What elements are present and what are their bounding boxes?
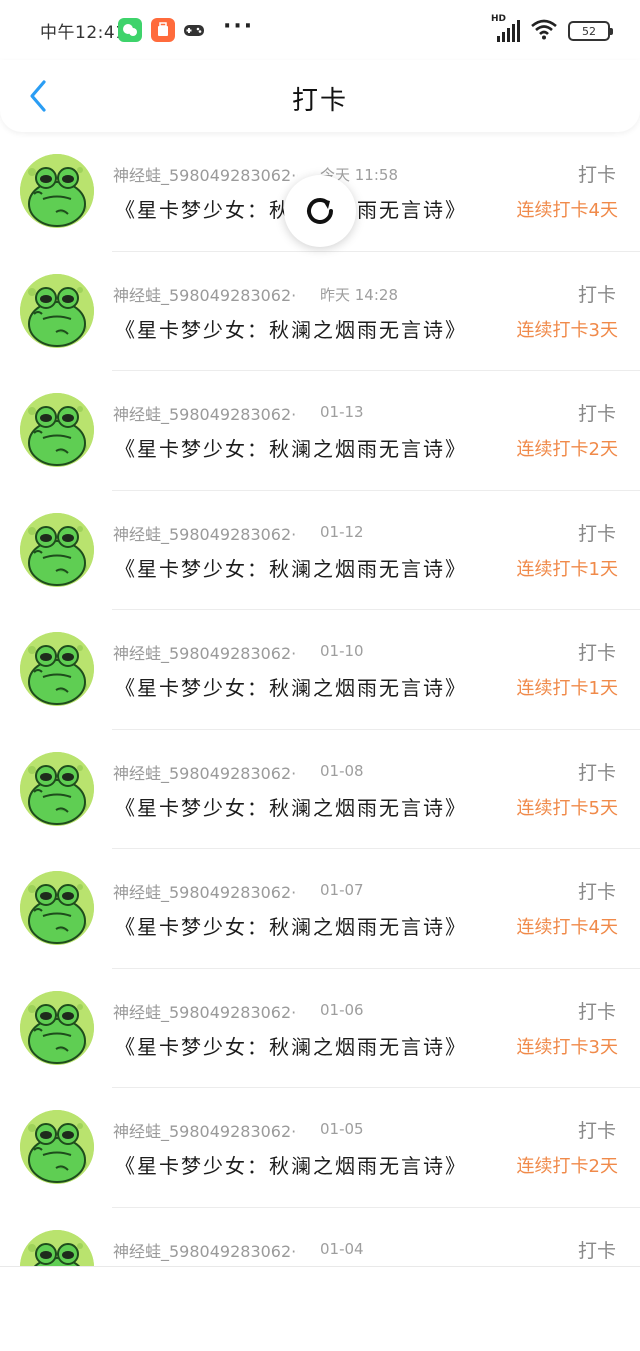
battery-icon: 52 [568,21,613,41]
frog-avatar[interactable] [20,154,94,228]
checkin-time: 01-12 [320,522,364,541]
checkin-time: 01-05 [320,1120,364,1138]
checkin-time: 01-08 [320,761,364,780]
checkin-row[interactable]: 神经蛙_598049283062··· 01-05 打卡《星卡梦少女：秋澜之烟雨无言… [0,1088,640,1208]
checkin-action-label: 打卡 [577,1239,616,1262]
frog-avatar[interactable] [20,990,94,1065]
book-title: 《星卡梦少女：秋澜之烟雨无言诗》 [115,437,467,461]
checkin-time: 01-10 [320,642,364,660]
frog-avatar[interactable] [20,393,94,467]
book-title: 《星卡梦少女：秋澜之烟雨无言诗》 [115,795,467,820]
status-time: 中午12:41 [40,23,127,43]
username: 神经蛙_598049283062··· [113,644,298,663]
streak-badge: 连续打卡1天 [516,558,618,580]
username: 神经蛙_598049283062··· [113,1122,298,1141]
checkin-action-label: 打卡 [577,403,616,425]
status-bar: 中午12:41 ··· HD 52 [0,0,640,60]
username: 神经蛙_598049283062··· [113,405,298,424]
refresh-button[interactable] [284,175,356,247]
frog-avatar[interactable] [20,1229,94,1266]
checkin-time: 01-04 [320,1239,364,1258]
wechat-notification-icon [118,18,142,42]
streak-badge: 连续打卡2天 [516,439,618,460]
shopping-notification-icon [151,18,175,42]
checkin-action-label: 打卡 [577,1000,616,1023]
streak-badge: 连续打卡3天 [516,319,618,341]
username: 神经蛙_598049283062··· [113,1002,298,1022]
checkin-action-label: 打卡 [577,522,616,545]
username: 神经蛙_598049283062··· [113,763,298,783]
checkin-row[interactable]: 神经蛙_598049283062··· 01-10 打卡《星卡梦少女：秋澜之烟雨无言… [0,610,640,730]
streak-badge: 连续打卡1天 [516,678,618,699]
frog-avatar[interactable] [20,871,94,945]
checkin-action-label: 打卡 [577,283,616,306]
gamepad-notification-icon [182,18,206,42]
username: 神经蛙_598049283062··· [113,166,298,185]
battery-level: 52 [582,24,596,38]
checkin-row[interactable]: 神经蛙_598049283062··· 01-06 打卡《星卡梦少女：秋澜之烟雨无言… [0,969,640,1088]
frog-avatar[interactable] [20,512,94,587]
checkin-time: 01-06 [320,1000,364,1019]
hd-label: HD [491,14,507,24]
checkin-action-label: 打卡 [577,881,616,903]
checkin-time: 01-13 [320,403,364,421]
checkin-time: 昨天 14:28 [320,285,398,304]
nav-bar: 打卡 [0,60,640,132]
frog-avatar[interactable] [20,632,94,706]
checkin-row[interactable]: 神经蛙_598049283062··· 01-13 打卡《星卡梦少女：秋澜之烟雨无言… [0,371,640,491]
streak-badge: 连续打卡4天 [516,200,618,221]
checkin-list[interactable]: 神经蛙_598049283062···今天 11:58打卡《星卡梦少女：秋澜之烟… [0,132,640,1266]
checkin-action-label: 打卡 [577,1120,616,1142]
checkin-row[interactable]: 神经蛙_598049283062··· 昨天 14:28 打卡《星卡梦少女：秋澜之烟… [0,252,640,371]
checkin-row[interactable]: 神经蛙_598049283062··· 01-04 打卡 [0,1208,640,1266]
signal-icon: HD [491,14,520,42]
book-title: 《星卡梦少女：秋澜之烟雨无言诗》 [115,317,467,342]
checkin-row[interactable]: 神经蛙_598049283062··· 01-12 打卡《星卡梦少女：秋澜之烟雨无言… [0,491,640,610]
status-indicators: HD 52 [491,14,613,44]
checkin-action-label: 打卡 [577,164,616,186]
streak-badge: 连续打卡2天 [516,1156,618,1177]
book-title: 《星卡梦少女：秋澜之烟雨无言诗》 [115,915,467,939]
refresh-icon [307,198,333,224]
username: 神经蛙_598049283062··· [113,1241,298,1261]
book-title: 《星卡梦少女：秋澜之烟雨无言诗》 [115,1034,467,1059]
streak-badge: 连续打卡3天 [516,1036,618,1058]
checkin-row[interactable]: 神经蛙_598049283062··· 01-07 打卡《星卡梦少女：秋澜之烟雨无言… [0,849,640,969]
checkin-action-label: 打卡 [577,761,616,784]
wifi-icon [530,18,558,44]
bottom-area [0,1266,640,1351]
book-title: 《星卡梦少女：秋澜之烟雨无言诗》 [115,676,467,700]
page-title: 打卡 [291,86,348,116]
frog-avatar[interactable] [20,751,94,826]
checkin-action-label: 打卡 [577,642,616,664]
streak-badge: 连续打卡5天 [516,797,618,819]
streak-badge: 连续打卡4天 [516,917,618,938]
username: 神经蛙_598049283062··· [113,524,298,544]
more-notifications-icon: ··· [223,14,255,39]
book-title: 《星卡梦少女：秋澜之烟雨无言诗》 [115,556,467,581]
checkin-time: 01-07 [320,881,364,899]
username: 神经蛙_598049283062··· [113,285,298,305]
frog-avatar[interactable] [20,273,94,348]
username: 神经蛙_598049283062··· [113,883,298,902]
book-title: 《星卡梦少女：秋澜之烟雨无言诗》 [115,1154,467,1178]
frog-avatar[interactable] [20,1110,94,1184]
checkin-row[interactable]: 神经蛙_598049283062··· 01-08 打卡《星卡梦少女：秋澜之烟雨无言… [0,730,640,849]
